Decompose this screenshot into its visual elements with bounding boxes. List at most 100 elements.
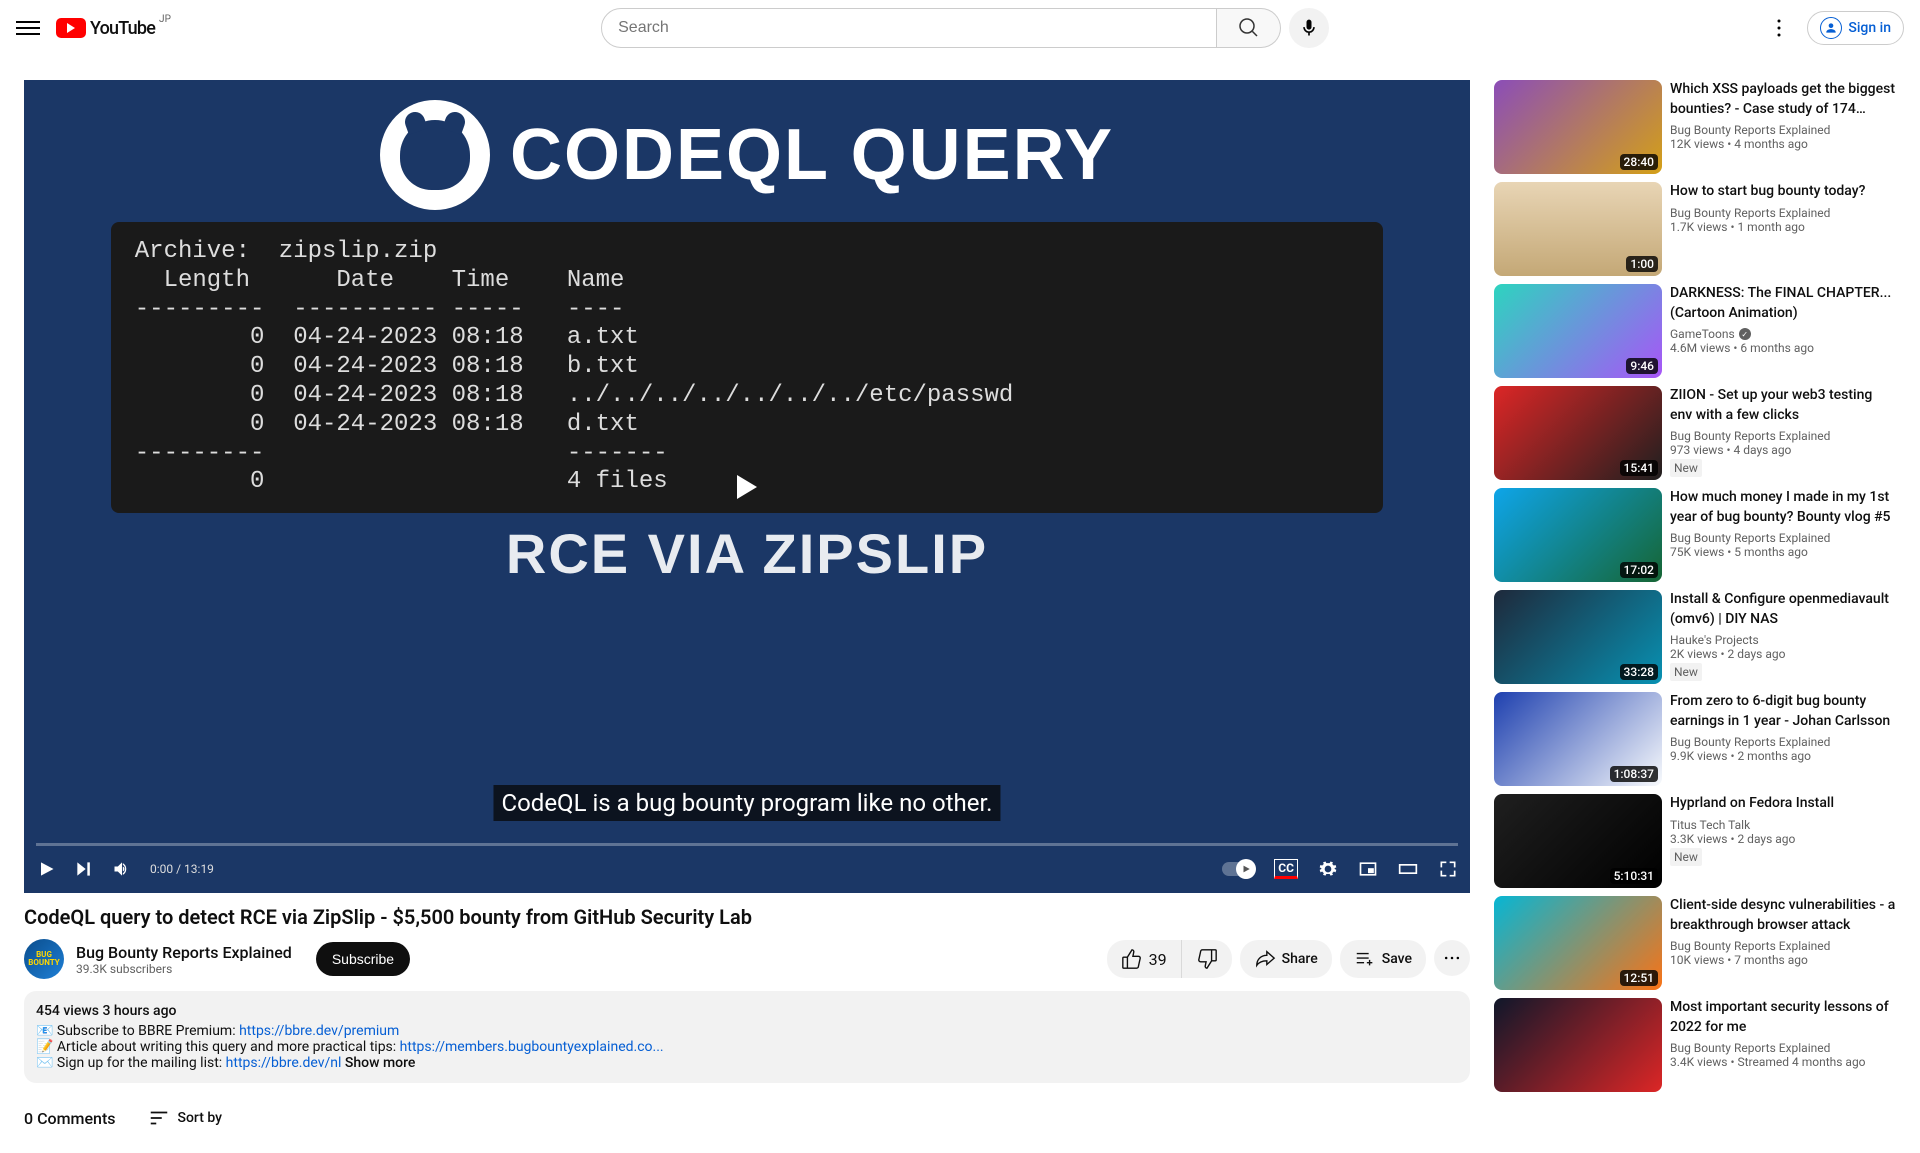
rec-channel: Bug Bounty Reports Explained: [1670, 939, 1896, 953]
recommendation-item[interactable]: 17:02 How much money I made in my 1st ye…: [1494, 488, 1896, 582]
rec-info: Hyprland on Fedora Install Titus Tech Ta…: [1670, 794, 1896, 888]
duration-badge: 1:00: [1626, 256, 1658, 272]
rec-thumbnail: 28:40: [1494, 80, 1662, 174]
play-icon: [737, 475, 757, 499]
rec-title: How to start bug bounty today?: [1670, 182, 1896, 202]
rec-title: Which XSS payloads get the biggest bount…: [1670, 80, 1896, 119]
duration-badge: 1:08:37: [1610, 766, 1658, 782]
recommendation-item[interactable]: Most important security lessons of 2022 …: [1494, 998, 1896, 1092]
duration-badge: 9:46: [1626, 358, 1658, 374]
dots-horizontal-icon: [1442, 948, 1462, 968]
search-input[interactable]: [601, 8, 1217, 48]
thumbs-up-icon: [1121, 948, 1143, 970]
recommendation-item[interactable]: 33:28 Install & Configure openmediavault…: [1494, 590, 1896, 684]
rec-info: How much money I made in my 1st year of …: [1670, 488, 1896, 582]
video-player[interactable]: CODEQL QUERY Archive: zipslip.zip Length…: [24, 80, 1470, 893]
duration-badge: 12:51: [1620, 970, 1658, 986]
mailing-link[interactable]: https://bbre.dev/nl: [226, 1055, 342, 1071]
rec-channel: Hauke's Projects: [1670, 633, 1896, 647]
youtube-logo[interactable]: YouTube JP: [56, 18, 171, 39]
rec-channel: Bug Bounty Reports Explained: [1670, 735, 1896, 749]
recommendation-item[interactable]: 12:51 Client-side desync vulnerabilities…: [1494, 896, 1896, 990]
video-caption: CodeQL is a bug bounty program like no o…: [493, 785, 1000, 821]
logo-text: YouTube: [90, 18, 155, 39]
comments-count: 0 Comments: [24, 1109, 116, 1128]
meta-row: BUGBOUNTY Bug Bounty Reports Explained 3…: [24, 939, 1470, 979]
rec-channel: Bug Bounty Reports Explained: [1670, 429, 1896, 443]
rec-info: How to start bug bounty today? Bug Bount…: [1670, 182, 1896, 276]
recommendation-item[interactable]: 5:10:31 Hyprland on Fedora Install Titus…: [1494, 794, 1896, 888]
duration-badge: 5:10:31: [1610, 868, 1658, 884]
rec-title: ZIION - Set up your web3 testing env wit…: [1670, 386, 1896, 425]
play-button[interactable]: [36, 859, 56, 879]
rec-title: Most important security lessons of 2022 …: [1670, 998, 1896, 1037]
like-button[interactable]: 39: [1107, 940, 1182, 978]
header-center: [601, 8, 1329, 48]
dots-vertical-icon: [1767, 16, 1791, 40]
thumb-title: CODEQL QUERY: [510, 114, 1114, 196]
miniplayer-button[interactable]: [1358, 859, 1378, 879]
header: YouTube JP Sign in: [0, 0, 1920, 56]
big-play-button[interactable]: [713, 463, 781, 511]
voice-search-button[interactable]: [1289, 8, 1329, 48]
settings-button[interactable]: [1759, 8, 1799, 48]
rec-info: From zero to 6-digit bug bounty earnings…: [1670, 692, 1896, 786]
recommendation-item[interactable]: 1:08:37 From zero to 6-digit bug bounty …: [1494, 692, 1896, 786]
rec-thumbnail: 1:08:37: [1494, 692, 1662, 786]
captions-button[interactable]: CC: [1274, 859, 1298, 879]
recommendation-item[interactable]: 15:41 ZIION - Set up your web3 testing e…: [1494, 386, 1896, 480]
autoplay-toggle[interactable]: [1222, 862, 1254, 876]
dislike-button[interactable]: [1182, 940, 1232, 978]
rec-thumbnail: 12:51: [1494, 896, 1662, 990]
search-button[interactable]: [1217, 8, 1281, 48]
recommendation-item[interactable]: 9:46 DARKNESS: The FINAL CHAPTER... (Car…: [1494, 284, 1896, 378]
duration-badge: 28:40: [1620, 154, 1658, 170]
fullscreen-button[interactable]: [1438, 859, 1458, 879]
share-icon: [1254, 948, 1276, 970]
rec-thumbnail: 5:10:31: [1494, 794, 1662, 888]
like-dislike-group: 39: [1107, 940, 1232, 978]
more-actions-button[interactable]: [1434, 940, 1470, 976]
signin-button[interactable]: Sign in: [1807, 11, 1904, 45]
settings-gear-icon[interactable]: [1318, 859, 1338, 879]
rec-thumbnail: 17:02: [1494, 488, 1662, 582]
rec-info: Most important security lessons of 2022 …: [1670, 998, 1896, 1092]
duration-badge: 17:02: [1620, 562, 1658, 578]
rec-meta: 9.9K views • 2 months ago: [1670, 749, 1896, 763]
sort-button[interactable]: Sort by: [148, 1107, 223, 1129]
microphone-icon: [1299, 18, 1319, 38]
article-link[interactable]: https://members.bugbountyexplained.co...: [400, 1039, 664, 1055]
search-box: [601, 8, 1281, 48]
rec-meta: 12K views • 4 months ago: [1670, 137, 1896, 151]
channel-name[interactable]: Bug Bounty Reports Explained: [76, 943, 292, 962]
video-title: CodeQL query to detect RCE via ZipSlip -…: [24, 905, 1470, 929]
guide-menu-button[interactable]: [16, 16, 40, 40]
sort-icon: [148, 1107, 170, 1129]
header-left: YouTube JP: [16, 16, 171, 40]
show-more-button[interactable]: Show more: [345, 1055, 416, 1071]
rec-info: Which XSS payloads get the biggest bount…: [1670, 80, 1896, 174]
recommendation-item[interactable]: 1:00 How to start bug bounty today? Bug …: [1494, 182, 1896, 276]
description-box[interactable]: 454 views 3 hours ago 📧 Subscribe to BBR…: [24, 991, 1470, 1083]
next-button[interactable]: [74, 859, 94, 879]
rec-channel: Bug Bounty Reports Explained: [1670, 123, 1896, 137]
channel-avatar[interactable]: BUGBOUNTY: [24, 939, 64, 979]
player-controls: 0:00 / 13:19 CC: [24, 845, 1470, 893]
rec-meta: 3.3K views • 2 days ago: [1670, 832, 1896, 846]
share-button[interactable]: Share: [1240, 940, 1332, 978]
duration-badge: 33:28: [1620, 664, 1658, 680]
signin-label: Sign in: [1848, 20, 1891, 36]
save-button[interactable]: Save: [1340, 940, 1426, 978]
rec-title: Install & Configure openmediavault (omv6…: [1670, 590, 1896, 629]
page-content: CODEQL QUERY Archive: zipslip.zip Length…: [0, 56, 1920, 1153]
rec-channel: Bug Bounty Reports Explained: [1670, 1041, 1896, 1055]
volume-button[interactable]: [112, 859, 132, 879]
recommendation-item[interactable]: 28:40 Which XSS payloads get the biggest…: [1494, 80, 1896, 174]
rec-info: Client-side desync vulnerabilities - a b…: [1670, 896, 1896, 990]
rec-channel: Titus Tech Talk: [1670, 818, 1896, 832]
premium-link[interactable]: https://bbre.dev/premium: [239, 1023, 399, 1039]
subscribe-button[interactable]: Subscribe: [316, 942, 410, 976]
sort-label: Sort by: [178, 1110, 223, 1126]
theater-button[interactable]: [1398, 859, 1418, 879]
rec-thumbnail: 33:28: [1494, 590, 1662, 684]
